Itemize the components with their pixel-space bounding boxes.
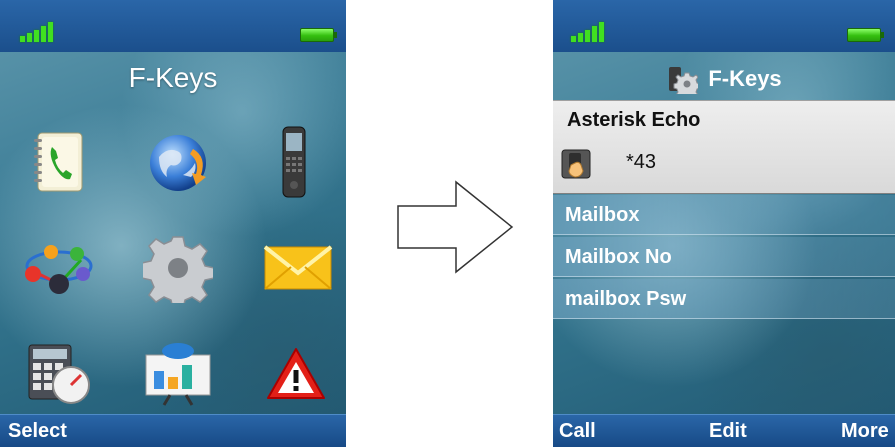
warning-icon[interactable] bbox=[256, 334, 336, 414]
presentation-icon[interactable] bbox=[138, 334, 218, 414]
phonebook-icon[interactable] bbox=[18, 122, 98, 202]
handset-icon[interactable] bbox=[254, 122, 334, 202]
messages-envelope-icon[interactable] bbox=[258, 228, 338, 308]
battery-icon bbox=[300, 28, 337, 42]
list-item[interactable]: Mailbox bbox=[553, 195, 895, 235]
status-bar bbox=[0, 0, 346, 52]
list-item[interactable]: mailbox Psw bbox=[553, 279, 895, 319]
select-softkey[interactable]: Select bbox=[8, 420, 67, 443]
left-phone-screen: F-Keys Select bbox=[0, 0, 346, 447]
softkey-bar: Select bbox=[0, 414, 346, 447]
network-icon[interactable] bbox=[18, 228, 98, 308]
edit-softkey[interactable]: Edit bbox=[709, 420, 747, 443]
settings-gear-icon[interactable] bbox=[138, 228, 218, 308]
speed-dial-icon bbox=[561, 149, 591, 179]
screen-title: F-Keys bbox=[708, 66, 782, 91]
more-softkey[interactable]: More bbox=[841, 420, 889, 443]
screen-header: F-Keys bbox=[553, 60, 895, 98]
fkey-number: *43 bbox=[626, 151, 657, 173]
icon-grid bbox=[18, 122, 338, 412]
right-phone-screen: F-Keys Asterisk Echo *43 Mailbox Mailbox… bbox=[553, 0, 895, 447]
signal-strength-icon bbox=[571, 20, 615, 42]
status-bar bbox=[553, 0, 895, 52]
screen-title: F-Keys bbox=[128, 62, 218, 93]
list-item[interactable]: Mailbox No bbox=[553, 237, 895, 277]
battery-icon bbox=[847, 28, 884, 42]
calculator-icon[interactable] bbox=[18, 334, 98, 414]
list-item-selected[interactable]: Asterisk Echo *43 bbox=[553, 100, 895, 194]
call-softkey[interactable]: Call bbox=[559, 420, 596, 443]
fkey-name: Asterisk Echo bbox=[567, 109, 701, 131]
signal-strength-icon bbox=[20, 20, 64, 42]
fkeys-settings-icon bbox=[669, 67, 699, 94]
globe-icon[interactable] bbox=[138, 122, 218, 202]
softkey-bar: Call Edit More bbox=[553, 414, 895, 447]
right-arrow-icon bbox=[397, 180, 514, 274]
